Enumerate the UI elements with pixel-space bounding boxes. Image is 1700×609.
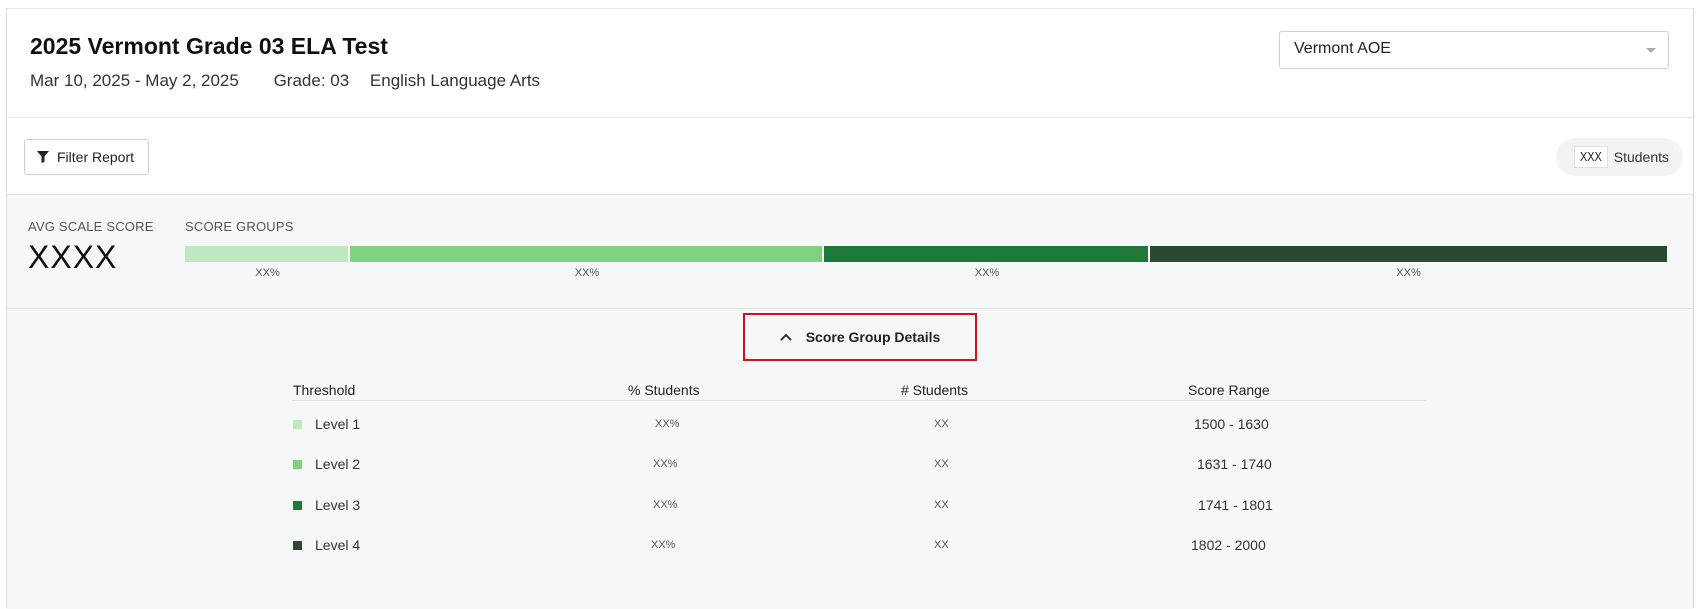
report-toolbar: Filter Report XXX Students [7,118,1693,195]
score-group-segment-3 [824,246,1150,262]
pct-students-cell: XX% [651,539,676,551]
num-students-cell: XX [934,539,949,551]
pct-students-cell: XX% [653,499,678,511]
column-header-score-range: Score Range [1188,382,1270,398]
score-group-details-toggle[interactable]: Score Group Details [743,313,977,361]
score-groups-label: SCORE GROUPS [185,219,294,234]
column-header-threshold: Threshold [293,382,356,398]
level-3-swatch [293,501,302,510]
score-range-cell: 1741 - 1801 [1198,497,1273,513]
organization-select-value: Vermont AOE [1294,40,1391,57]
organization-select[interactable]: Vermont AOE [1279,31,1669,69]
report-header: 2025 Vermont Grade 03 ELA Test Mar 10, 2… [7,9,1693,118]
score-group-details-label: Score Group Details [805,329,941,345]
table-row: Level 3 XX% XX 1741 - 1801 [7,493,1693,523]
pct-students-cell: XX% [655,418,680,430]
num-students-cell: XX [934,458,949,470]
avg-scale-score-value: XXXX [28,239,118,275]
filter-report-button[interactable]: Filter Report [24,139,150,175]
avg-scale-score-label: AVG SCALE SCORE [28,219,154,234]
students-label: Students [1613,149,1669,165]
report-frame: 2025 Vermont Grade 03 ELA Test Mar 10, 2… [6,8,1694,609]
level-4-swatch [293,541,302,550]
report-meta: Mar 10, 2025 - May 2, 2025 Grade: 03 Eng… [30,71,570,91]
column-header-num-students: # Students [901,382,968,398]
score-group-segment-4 [1150,246,1667,262]
score-range-cell: 1631 - 1740 [1197,456,1272,472]
students-count: XXX [1574,146,1608,168]
num-students-cell: XX [934,499,949,511]
score-groups-bar [185,246,1667,262]
score-group-details: Score Group Details Threshold % Students… [7,309,1693,609]
chevron-up-icon [780,333,792,341]
table-header-divider [292,400,1426,401]
pct-students-cell: XX% [653,458,678,470]
score-group-percent-4: XX% [1396,267,1421,279]
date-range: Mar 10, 2025 - May 2, 2025 [30,71,239,90]
chevron-down-icon [1646,48,1656,53]
level-label: Level 1 [315,416,361,432]
score-group-segment-2 [350,246,824,262]
grade-label: Grade: 03 [273,71,350,90]
table-row: Level 4 XX% XX 1802 - 2000 [7,533,1693,563]
students-count-badge: XXX Students [1556,138,1683,176]
score-group-percent-3: XX% [974,267,1000,279]
score-summary: AVG SCALE SCORE XXXX SCORE GROUPS XX% XX%… [7,195,1693,309]
filter-report-label: Filter Report [57,149,135,165]
score-range-cell: 1802 - 2000 [1191,537,1266,553]
level-label: Level 4 [315,537,361,553]
level-label: Level 2 [315,456,361,472]
level-label: Level 3 [315,497,361,513]
score-group-percent-1: XX% [255,267,280,279]
level-2-swatch [293,460,302,469]
num-students-cell: XX [934,418,949,430]
score-group-percent-2: XX% [574,267,600,279]
score-groups-percentages: XX% XX% XX% XX% [185,267,1667,281]
filter-icon [37,151,49,163]
score-group-segment-1 [185,246,350,262]
page-title: 2025 Vermont Grade 03 ELA Test [30,33,388,59]
score-range-cell: 1500 - 1630 [1194,416,1269,432]
table-row: Level 2 XX% XX 1631 - 1740 [7,452,1693,482]
level-1-swatch [293,420,302,429]
subject-label: English Language Arts [369,71,541,90]
table-row: Level 1 XX% XX 1500 - 1630 [7,412,1693,442]
column-header-pct-students: % Students [628,382,700,398]
